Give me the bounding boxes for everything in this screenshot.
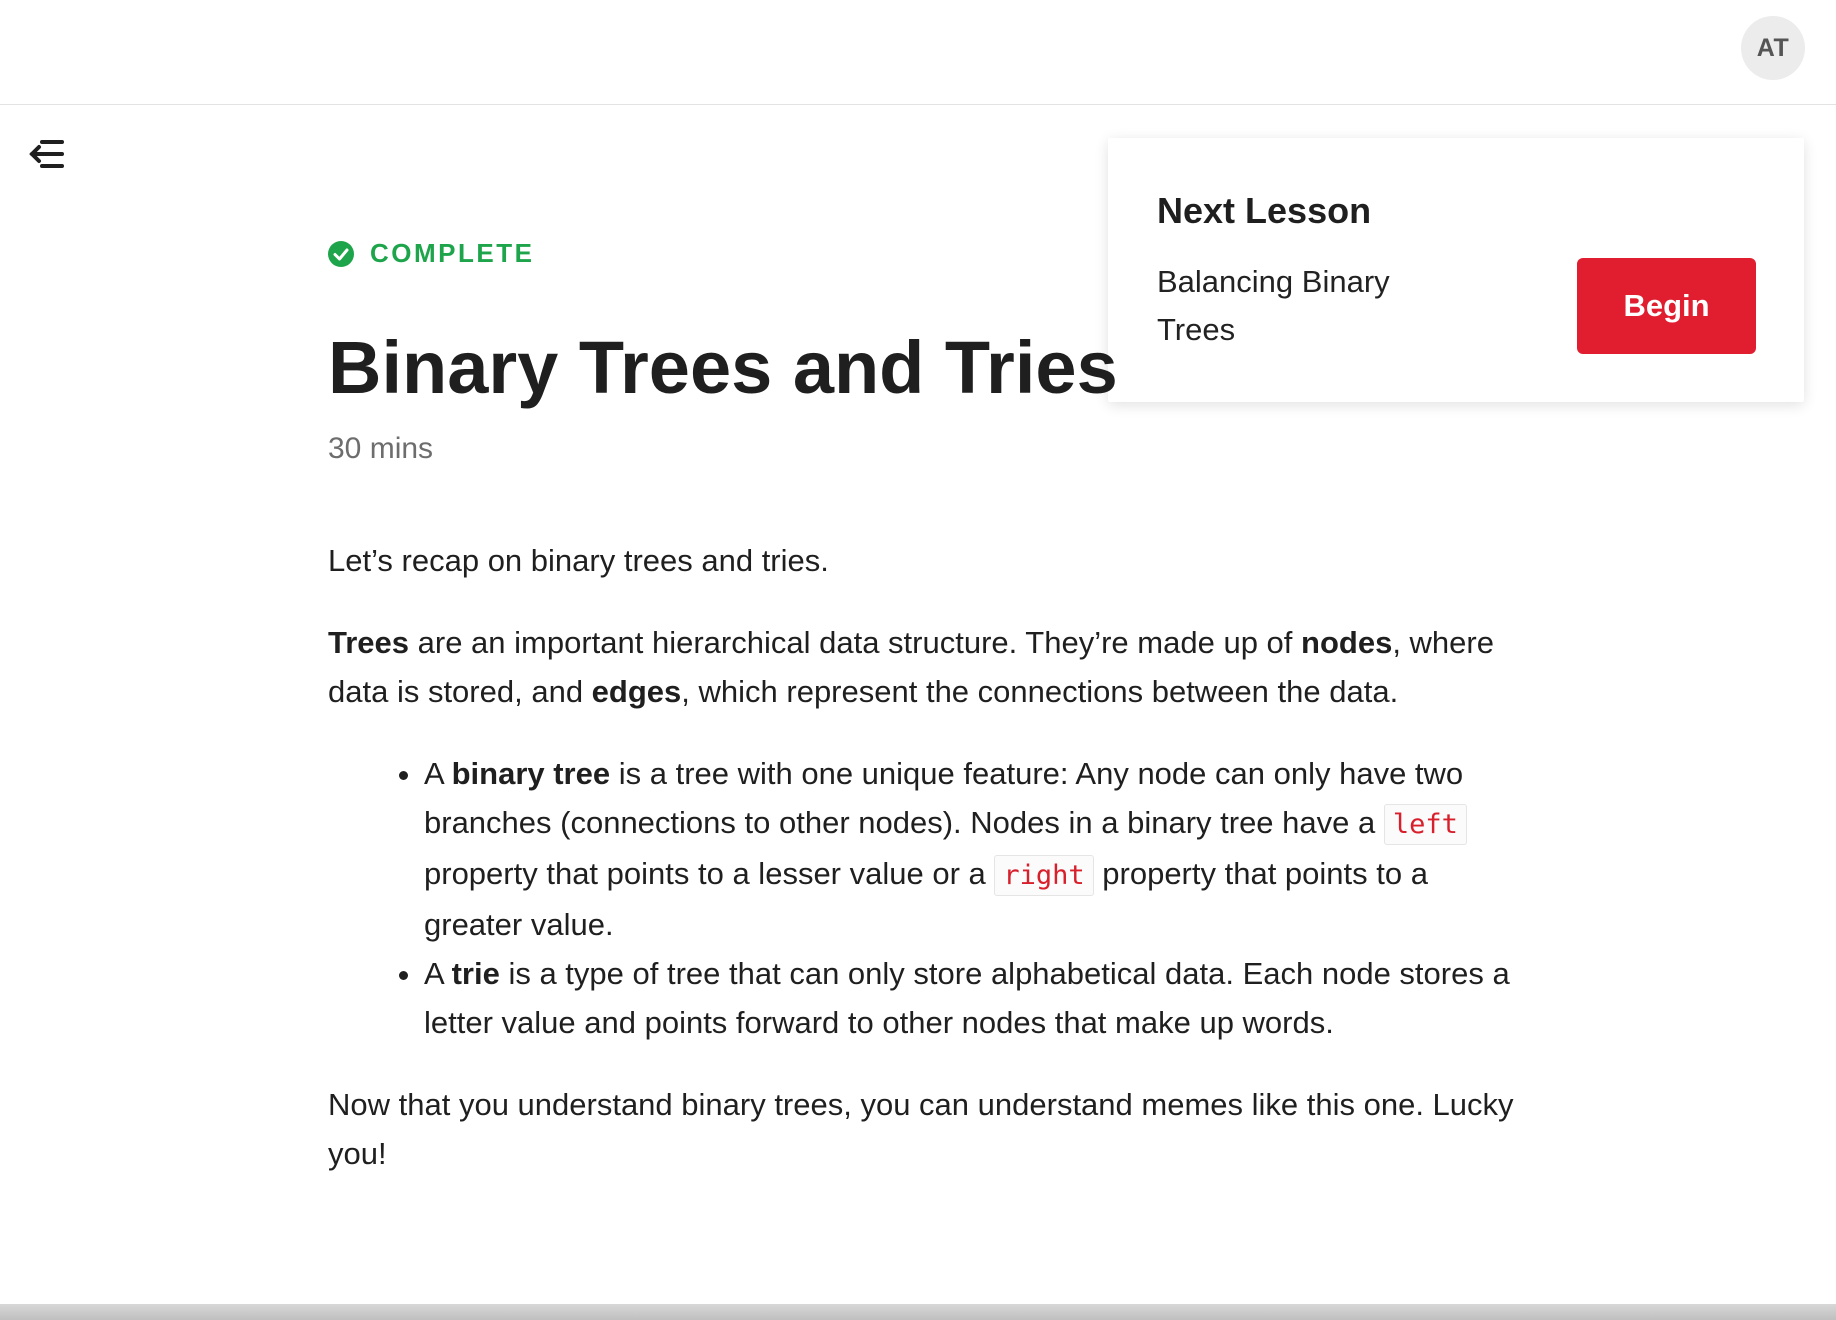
next-lesson-heading: Next Lesson <box>1157 190 1372 231</box>
text-span: A <box>424 756 452 791</box>
text-span: are an important hierarchical data struc… <box>409 625 1302 660</box>
lesson-body: Let’s recap on binary trees and tries. T… <box>328 536 1528 1211</box>
definition-list: A binary tree is a tree with one unique … <box>328 749 1528 1047</box>
text-span: is a type of tree that can only store al… <box>424 956 1510 1040</box>
text-span: A <box>424 956 452 991</box>
list-item-trie: A trie is a type of tree that can only s… <box>424 949 1528 1047</box>
intro-paragraph: Let’s recap on binary trees and tries. <box>328 543 829 578</box>
begin-button[interactable]: Begin <box>1577 258 1756 354</box>
term-trie: trie <box>451 956 500 991</box>
text-span: property that points to a lesser value o… <box>424 856 995 891</box>
term-trees: Trees <box>328 625 410 660</box>
closing-paragraph: Now that you understand binary trees, yo… <box>328 1087 1514 1171</box>
term-edges: edges <box>591 674 682 709</box>
check-circle-icon <box>328 240 354 267</box>
text-span: , which represent the connections betwee… <box>681 674 1399 709</box>
next-lesson-card: Next Lesson Balancing Binary Trees Begin <box>1108 138 1804 402</box>
lesson-duration: 30 mins <box>328 432 434 465</box>
trees-paragraph: Trees are an important hierarchical data… <box>328 618 1528 716</box>
term-binary-tree: binary tree <box>451 756 611 791</box>
status-label: COMPLETE <box>370 238 535 268</box>
code-left: left <box>1383 804 1467 845</box>
lesson-page: AT Next Lesson Balancing Binary Trees Be… <box>0 0 1836 1320</box>
code-right: right <box>994 855 1094 896</box>
top-bar: AT <box>0 0 1836 105</box>
list-item-binary-tree: A binary tree is a tree with one unique … <box>424 749 1528 949</box>
collapse-menu-icon[interactable] <box>28 136 68 172</box>
window-bottom-edge <box>0 1304 1836 1320</box>
user-avatar[interactable]: AT <box>1741 16 1805 80</box>
completion-status: COMPLETE <box>328 238 534 269</box>
lesson-title: Binary Trees and Tries <box>328 326 1118 409</box>
term-nodes: nodes <box>1301 625 1393 660</box>
next-lesson-name: Balancing Binary Trees <box>1157 264 1390 347</box>
